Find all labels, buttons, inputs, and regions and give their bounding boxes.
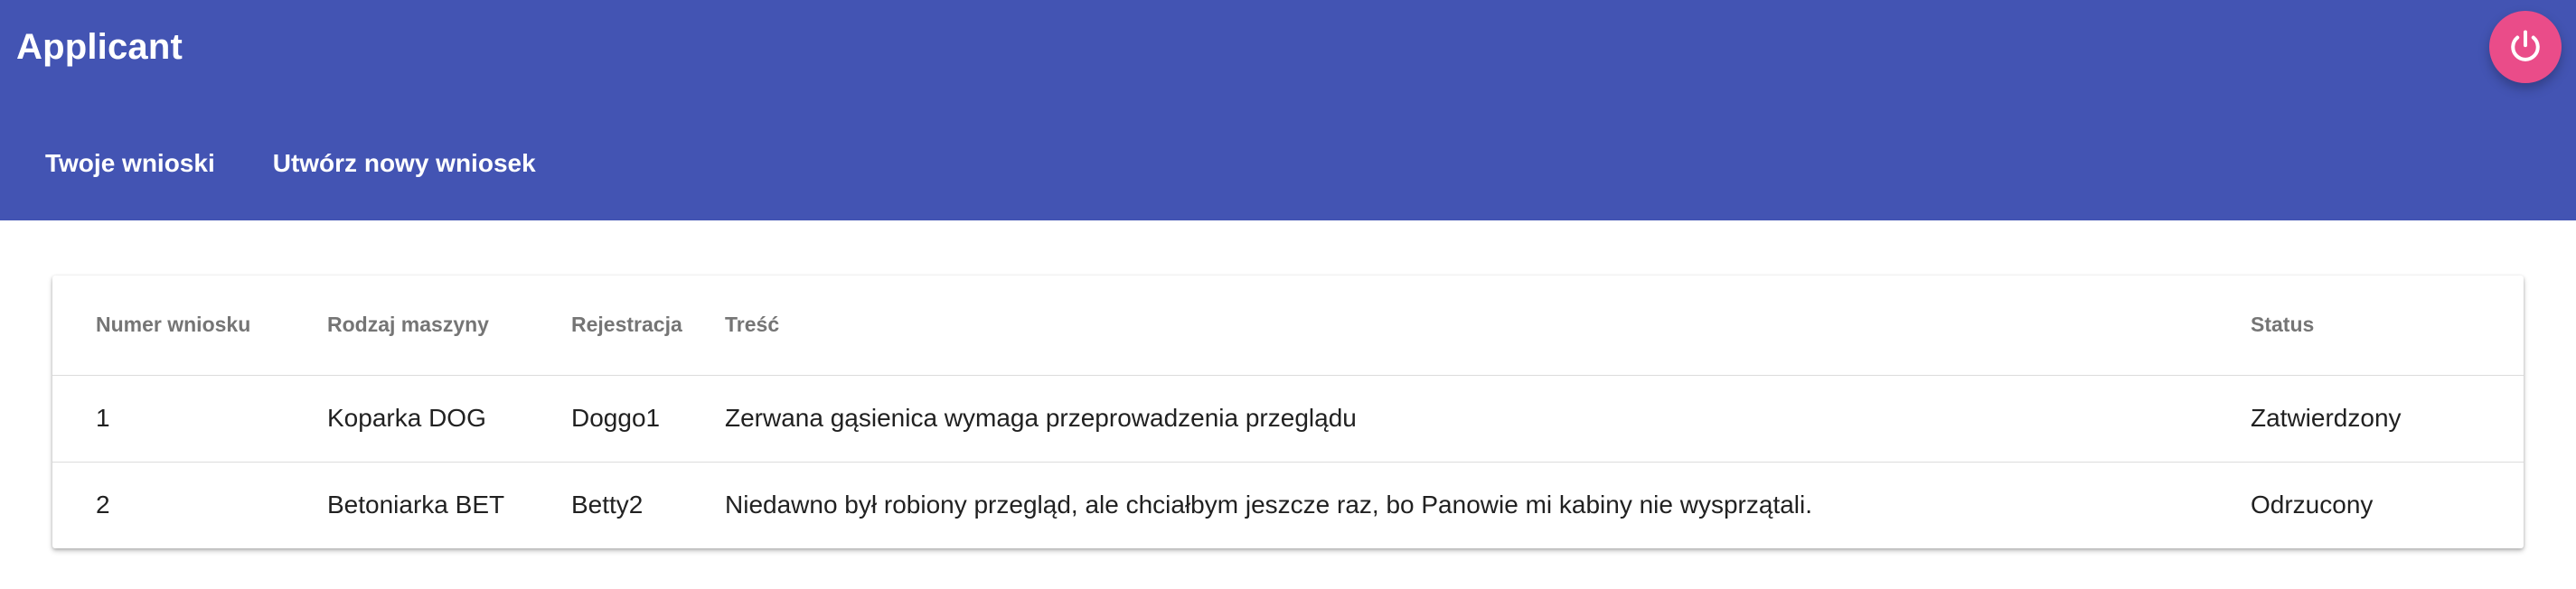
column-header-registration[interactable]: Rejestracja — [571, 276, 725, 376]
tab-create-application[interactable]: Utwórz nowy wniosek — [244, 131, 565, 196]
power-icon — [2511, 30, 2540, 61]
table-row[interactable]: 2 Betoniarka BET Betty2 Niedawno był rob… — [52, 462, 2524, 548]
cell-content: Niedawno był robiony przegląd, ale chcia… — [725, 491, 1813, 519]
cell-registration: Betty2 — [571, 491, 644, 519]
cell-machine-type: Koparka DOG — [327, 375, 571, 463]
app-header: Applicant Twoje wnioski Utwórz nowy wnio… — [0, 0, 2576, 220]
table-header: Numer wniosku Rodzaj maszyny Rejestracja… — [52, 276, 2524, 376]
table-body: 1 Koparka DOG Doggo1 Zerwana gąsienica w… — [52, 375, 2524, 548]
nav-tabs: Twoje wnioski Utwórz nowy wniosek — [16, 131, 565, 196]
cell-status: Zatwierdzony — [2251, 375, 2524, 463]
cell-registration: Doggo1 — [571, 375, 725, 463]
cell-number: 2 — [96, 491, 110, 519]
column-header-machine-type[interactable]: Rodzaj maszyny — [327, 276, 571, 376]
column-header-content[interactable]: Treść — [725, 276, 2251, 376]
column-header-number[interactable]: Numer wniosku — [52, 276, 327, 376]
cell-status: Odrzucony — [2251, 491, 2374, 519]
app-title: Applicant — [16, 27, 183, 67]
cell-content: Zerwana gąsienica wymaga przeprowadzenia… — [725, 375, 2251, 463]
table-row[interactable]: 1 Koparka DOG Doggo1 Zerwana gąsienica w… — [52, 375, 2524, 463]
cell-machine-type: Betoniarka BET — [327, 491, 505, 519]
tab-your-applications[interactable]: Twoje wnioski — [16, 131, 244, 196]
logout-button[interactable] — [2489, 11, 2562, 83]
applications-table-card: Numer wniosku Rodzaj maszyny Rejestracja… — [52, 276, 2524, 548]
app-root: Applicant Twoje wnioski Utwórz nowy wnio… — [0, 0, 2576, 589]
column-header-status[interactable]: Status — [2251, 276, 2524, 376]
cell-number: 1 — [52, 375, 327, 463]
applications-table: Numer wniosku Rodzaj maszyny Rejestracja… — [52, 276, 2524, 548]
table-header-row: Numer wniosku Rodzaj maszyny Rejestracja… — [52, 276, 2524, 376]
